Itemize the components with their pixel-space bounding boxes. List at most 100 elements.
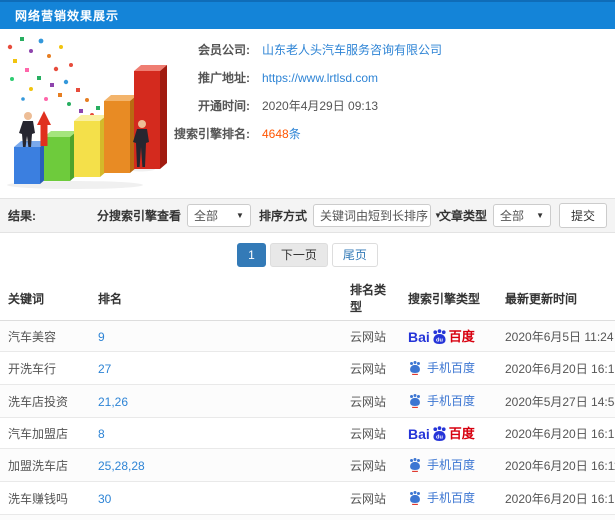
open-time-row: 开通时间: 2020年4月29日 09:13 — [190, 99, 615, 113]
article-type-label: 文章类型 — [438, 209, 487, 223]
rank-cell: 9 — [90, 320, 342, 352]
sort-select[interactable]: 关键词由短到长排序 ▼ — [312, 204, 442, 227]
mobile-baidu-paw-icon — [410, 361, 420, 375]
rank-type-cell: 云网站 — [342, 417, 400, 449]
mobile-baidu-label: 手机百度 — [427, 491, 476, 505]
ranking-count-value: 4648 — [262, 127, 289, 141]
page-title: 网络营销效果展示 — [15, 9, 120, 23]
baidu-logo-cn-text: 百度 — [448, 329, 475, 344]
results-section-label: 结果: — [8, 209, 36, 223]
ranking-count-label: 搜索引擎排名: — [174, 127, 250, 141]
member-company-row: 会员公司: 山东老人头汽车服务咨询有限公司 — [190, 43, 615, 57]
article-type-value: 全部 — [499, 209, 524, 223]
bar-yellow — [74, 115, 107, 177]
update-time-cell: 2020年6月5日 11:24 — [497, 320, 615, 352]
rank-type-cell: 云网站 — [342, 384, 400, 418]
engine-filter-value: 全部 — [193, 209, 218, 223]
rank-type-cell: 云网站 — [342, 351, 400, 385]
mobile-baidu-paw-icon — [410, 491, 420, 505]
submit-button[interactable]: 提交 — [558, 203, 607, 228]
keyword-cell: 洗车店投资 — [0, 384, 90, 418]
sort-label: 排序方式 — [258, 209, 307, 223]
pagination-last-button[interactable]: 尾页 — [331, 243, 378, 267]
engine-type-cell: Bai du 百度 — [400, 417, 497, 449]
rank-link[interactable]: 21,26 — [98, 395, 128, 409]
update-time-cell: 2020年6月20日 16:16 — [497, 351, 615, 385]
ranking-count-row: 搜索引擎排名: 4648条 — [174, 127, 615, 141]
chevron-down-icon: ▼ — [236, 211, 244, 220]
table-row: 汽车加盟店 8 云网站 Bai du 百度 2020年6月20日 16:12 — [0, 417, 615, 449]
pagination-next-button[interactable]: 下一页 — [269, 243, 328, 267]
keyword-cell: 洗车店利润 — [0, 514, 90, 520]
rank-link[interactable]: 27 — [98, 362, 111, 376]
keyword-cell: 开洗车行 — [0, 351, 90, 385]
member-company-label: 会员公司: — [198, 43, 250, 57]
engine-type-cell: 手机百度 — [400, 481, 497, 515]
growth-chart-illustration — [7, 37, 167, 189]
svg-text:du: du — [436, 337, 443, 343]
mobile-baidu-logo: 手机百度 — [408, 392, 475, 409]
rank-link[interactable]: 8 — [98, 427, 105, 441]
bar-blue — [14, 141, 47, 184]
table-row: 洗车店投资 21,26 云网站 手机百度 2020年5月27日 14:58 — [0, 384, 615, 418]
update-time-cell: 2020年6月20日 16:11 — [497, 448, 615, 482]
mobile-baidu-paw-icon — [410, 394, 420, 408]
engine-type-cell: 手机百度 — [400, 448, 497, 482]
col-keyword: 关键词 — [0, 275, 90, 321]
engine-type-cell: 手机百度 — [400, 351, 497, 385]
table-row: 洗车赚钱吗 30 云网站 手机百度 2020年6月20日 16:12 — [0, 481, 615, 515]
header-bar: 网络营销效果展示 — [0, 0, 615, 29]
update-time-cell: 2020年6月20日 16:12 — [497, 417, 615, 449]
rank-type-cell: 云网站 — [342, 481, 400, 515]
rank-type-cell: 云网站 — [342, 448, 400, 482]
update-time-cell: 2020年6月20日 16:12 — [497, 481, 615, 515]
engine-type-cell: Bai du 百度 — [400, 320, 497, 352]
mobile-baidu-paw-icon — [410, 458, 420, 472]
pagination-page-1[interactable]: 1 — [237, 243, 266, 267]
col-rank: 排名 — [90, 275, 342, 321]
ranking-count-unit: 条 — [288, 127, 301, 141]
engine-filter-label: 分搜索引擎查看 — [96, 209, 181, 223]
mobile-baidu-label: 手机百度 — [427, 394, 476, 408]
results-table-body: 汽车美容 9 云网站 Bai du 百度 2020年6月5日 11:24 开洗车… — [0, 320, 615, 520]
engine-type-cell: 手机百度 — [400, 384, 497, 418]
table-row: 洗车店利润 30 云网站 手机百度 2020年6月18日 14:27 — [0, 514, 615, 520]
rank-link[interactable]: 25,28,28 — [98, 459, 145, 473]
keyword-cell: 汽车美容 — [0, 320, 90, 352]
results-table: 关键词 排名 排名类型 搜索引擎类型 最新更新时间 汽车美容 9 云网站 Bai… — [0, 275, 615, 520]
update-time-cell: 2020年5月27日 14:58 — [497, 384, 615, 418]
baidu-paw-icon: du — [433, 329, 446, 344]
mobile-baidu-label: 手机百度 — [427, 361, 476, 375]
confetti-dots — [7, 37, 104, 122]
rank-link[interactable]: 9 — [98, 330, 105, 344]
promo-url-link[interactable]: https://www.lrtlsd.com — [262, 71, 378, 85]
rank-cell: 21,26 — [90, 384, 342, 418]
member-company-link[interactable]: 山东老人头汽车服务咨询有限公司 — [262, 43, 442, 57]
promo-url-row: 推广地址: https://www.lrtlsd.com — [190, 71, 615, 85]
baidu-logo-bai-text: Bai — [408, 329, 430, 345]
mobile-baidu-label: 手机百度 — [427, 458, 476, 472]
mobile-baidu-logo: 手机百度 — [408, 359, 475, 376]
filter-bar: 结果: 分搜索引擎查看 全部 ▼ 排序方式 关键词由短到长排序 ▼ 文章类型 全… — [0, 198, 615, 233]
table-row: 开洗车行 27 云网站 手机百度 2020年6月20日 16:16 — [0, 351, 615, 385]
engine-type-cell: 手机百度 — [400, 514, 497, 520]
baidu-logo: Bai du 百度 — [408, 425, 475, 441]
baidu-logo: Bai du 百度 — [408, 328, 475, 344]
baidu-logo-cn-text: 百度 — [448, 426, 475, 441]
mobile-baidu-logo: 手机百度 — [408, 456, 475, 473]
account-info-section: 会员公司: 山东老人头汽车服务咨询有限公司 推广地址: https://www.… — [0, 29, 615, 198]
keyword-cell: 洗车赚钱吗 — [0, 481, 90, 515]
update-time-cell: 2020年6月18日 14:27 — [497, 514, 615, 520]
rank-cell: 25,28,28 — [90, 448, 342, 482]
bar-orange — [104, 95, 137, 173]
svg-text:du: du — [436, 434, 443, 440]
col-engine-type: 搜索引擎类型 — [400, 275, 497, 321]
article-type-select[interactable]: 全部 ▼ — [492, 204, 551, 227]
table-row: 汽车美容 9 云网站 Bai du 百度 2020年6月5日 11:24 — [0, 320, 615, 352]
rank-cell: 30 — [90, 481, 342, 515]
engine-filter-select[interactable]: 全部 ▼ — [186, 204, 251, 227]
rank-link[interactable]: 30 — [98, 492, 111, 506]
rank-cell: 30 — [90, 514, 342, 520]
chevron-down-icon: ▼ — [536, 211, 544, 220]
table-header-row: 关键词 排名 排名类型 搜索引擎类型 最新更新时间 — [0, 275, 615, 321]
